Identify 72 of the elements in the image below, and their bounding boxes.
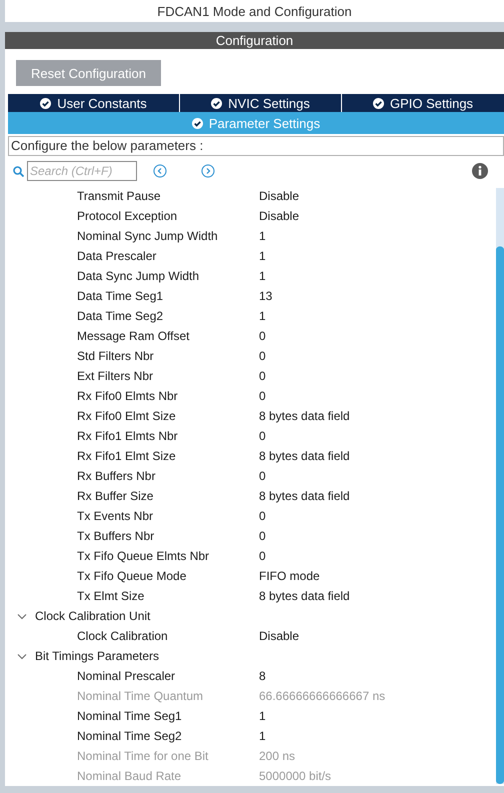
parameter-value[interactable]: 1 xyxy=(259,709,266,723)
parameter-value[interactable]: Disable xyxy=(259,209,300,223)
check-icon xyxy=(192,118,203,128)
parameter-name: Nominal Sync Jump Width xyxy=(76,229,219,243)
parameter-name: Data Prescaler xyxy=(76,249,158,263)
parameter-value[interactable]: 13 xyxy=(259,289,272,303)
parameter-name: Rx Fifo1 Elmts Nbr xyxy=(76,429,179,443)
parameter-name: Data Time Seg1 xyxy=(76,289,164,303)
parameter-name: Data Time Seg2 xyxy=(76,309,164,323)
parameter-name: Nominal Baud Rate xyxy=(76,769,182,783)
parameter-value[interactable]: 1 xyxy=(259,229,266,243)
check-icon xyxy=(211,98,222,108)
parameter-name: Tx Fifo Queue Elmts Nbr xyxy=(76,549,210,563)
tab[interactable]: GPIO Settings xyxy=(342,94,504,112)
tab[interactable]: NVIC Settings xyxy=(180,94,341,112)
parameter-value[interactable]: Disable xyxy=(259,629,300,643)
parameter-value[interactable]: 1 xyxy=(259,249,266,263)
parameter-value[interactable]: 1 xyxy=(259,309,266,323)
next-icon[interactable] xyxy=(201,164,215,178)
parameter-name: Ext Filters Nbr xyxy=(76,369,154,383)
description-text: Configure the below parameters : xyxy=(8,136,504,156)
parameter-name: Rx Fifo0 Elmt Size xyxy=(76,409,177,423)
search-icon xyxy=(13,166,24,176)
tab[interactable]: User Constants xyxy=(8,94,179,112)
parameter-value[interactable]: Disable xyxy=(259,189,300,203)
parameter-value[interactable]: 8 bytes data field xyxy=(259,449,350,463)
check-icon xyxy=(372,98,384,108)
parameter-name: Message Ram Offset xyxy=(76,329,190,343)
parameter-name: Nominal Time for one Bit xyxy=(76,749,210,763)
info-icon[interactable] xyxy=(472,163,488,179)
parameter-value[interactable]: 8 bytes data field xyxy=(259,409,350,423)
parameter-value[interactable]: 0 xyxy=(259,469,266,483)
window-title: FDCAN1 Mode and Configuration xyxy=(5,0,504,22)
parameter-value[interactable]: 0 xyxy=(259,389,266,403)
parameter-name: Transmit Pause xyxy=(76,189,162,203)
parameter-name: Tx Fifo Queue Mode xyxy=(76,569,188,583)
check-icon xyxy=(40,98,52,108)
section-header: Configuration xyxy=(5,32,504,49)
parameter-name: Protocol Exception xyxy=(76,209,178,223)
previous-icon[interactable] xyxy=(153,164,167,178)
chevron-down-icon[interactable] xyxy=(17,652,27,660)
parameter-name: Data Sync Jump Width xyxy=(76,269,200,283)
parameter-value[interactable]: 0 xyxy=(259,529,266,543)
parameter-name: Rx Fifo1 Elmt Size xyxy=(76,449,177,463)
parameter-name: Tx Elmt Size xyxy=(76,589,146,603)
parameter-value[interactable]: 1 xyxy=(259,269,266,283)
parameter-name: Tx Buffers Nbr xyxy=(76,529,156,543)
parameter-name: Std Filters Nbr xyxy=(76,349,155,363)
search-field[interactable]: Search (Ctrl+F) xyxy=(27,161,137,181)
group-name[interactable]: Bit Timings Parameters xyxy=(35,649,160,663)
parameter-value[interactable]: 1 xyxy=(259,729,266,743)
parameter-value[interactable]: 8 xyxy=(259,669,266,683)
parameter-value[interactable]: 0 xyxy=(259,429,266,443)
parameter-value[interactable]: FIFO mode xyxy=(259,569,320,583)
parameter-name: Nominal Time Seg1 xyxy=(76,709,183,723)
parameter-value[interactable]: 0 xyxy=(259,329,266,343)
parameter-name: Clock Calibration xyxy=(76,629,169,643)
parameter-name: Rx Buffers Nbr xyxy=(76,469,156,483)
parameter-value[interactable]: 8 bytes data field xyxy=(259,589,350,603)
parameter-value[interactable]: 0 xyxy=(259,509,266,523)
parameter-name: Tx Events Nbr xyxy=(76,509,154,523)
parameter-name: Rx Buffer Size xyxy=(76,489,154,503)
parameter-value[interactable]: 0 xyxy=(259,549,266,563)
parameter-name: Nominal Prescaler xyxy=(76,669,176,683)
parameter-name: Rx Fifo0 Elmts Nbr xyxy=(76,389,179,403)
group-name[interactable]: Clock Calibration Unit xyxy=(35,609,150,623)
parameter-name: Nominal Time Quantum xyxy=(76,689,204,703)
chevron-down-icon[interactable] xyxy=(17,612,27,620)
parameter-value[interactable]: 0 xyxy=(259,369,266,383)
parameter-name: Nominal Time Seg2 xyxy=(76,729,183,743)
parameter-value[interactable]: 0 xyxy=(259,349,266,363)
parameter-value[interactable]: 8 bytes data field xyxy=(259,489,350,503)
